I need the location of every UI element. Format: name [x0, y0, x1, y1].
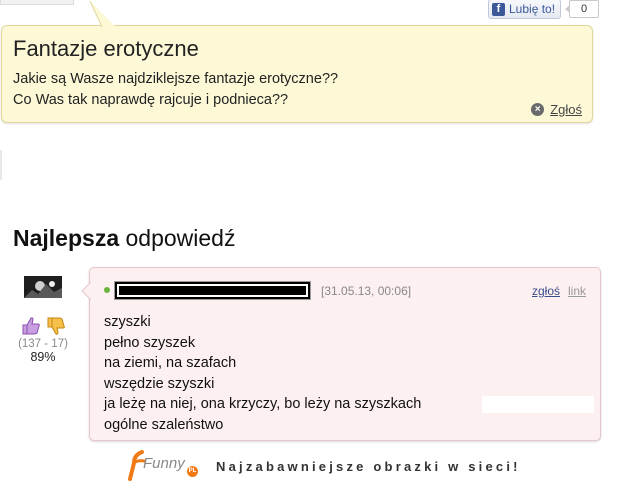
question-line: Co Was tak naprawdę rajcuje i podnieca?? — [13, 92, 289, 108]
tagline: Najzabawniejsze obrazki w sieci! — [216, 458, 521, 474]
answer-line: ja leżę na niej, ona krzyczy, bo leży na… — [104, 396, 422, 412]
facebook-icon: f — [492, 2, 505, 16]
logo-badge: PL — [187, 466, 198, 477]
blank-patch — [482, 396, 594, 413]
question-line: Jakie są Wasze najdziklejsze fantazje er… — [13, 71, 339, 87]
vote-percent: 89% — [30, 350, 56, 364]
close-icon: × — [531, 103, 545, 116]
answer-line: wszędzie szyszki — [104, 375, 215, 392]
speech-tail — [81, 281, 92, 305]
redacted-username — [114, 281, 311, 300]
question-body: Jakie są Wasze najdziklejsze fantazje er… — [13, 69, 338, 111]
funny-logo: Funny PL — [126, 449, 198, 483]
question-box: Fantazje erotyczne Jakie są Wasze najdzi… — [1, 1, 593, 123]
report-question-button[interactable]: × Zgłoś — [531, 102, 582, 117]
answer-line: na ziemi, na szafach — [104, 355, 237, 371]
thumbs-up-icon[interactable] — [21, 316, 41, 338]
heading-bold: Najlepsza — [13, 225, 120, 251]
thumbs-down-icon[interactable] — [46, 316, 66, 338]
answer-timestamp: [31.05.13, 00:06] — [321, 284, 412, 298]
report-label: Zgłoś — [550, 102, 582, 117]
user-avatar[interactable] — [24, 276, 62, 298]
best-answer-heading: Najlepsza odpowiedź — [13, 225, 235, 252]
like-button[interactable]: f Lubię to! — [488, 0, 562, 19]
top-avatar-stub — [0, 0, 74, 5]
logo-text: Funny — [143, 455, 185, 472]
answer-body: szyszki pełno szyszek na ziemi, na szafa… — [104, 312, 421, 435]
heading-rest: odpowiedź — [119, 225, 236, 251]
like-widget: f Lubię to! 0 — [488, 0, 600, 19]
question-title: Fantazje erotyczne — [13, 36, 199, 61]
footer: Funny PL Najzabawniejsze obrazki w sieci… — [126, 449, 521, 483]
divider — [0, 150, 2, 180]
answer-line: szyszki — [104, 314, 151, 330]
like-count: 0 — [565, 0, 600, 18]
answer-line: pełno szyszek — [104, 334, 196, 351]
report-answer-link[interactable]: zgłoś — [532, 284, 560, 298]
answer-box: [31.05.13, 00:06] zgłoś link szyszki peł… — [81, 267, 601, 441]
permalink[interactable]: link — [568, 284, 586, 298]
answer-line: ogólne szaleństwo — [104, 416, 224, 433]
like-label: Lubię to! — [509, 2, 556, 16]
vote-panel: (137 - 17) 89% — [18, 316, 68, 364]
vote-range: (137 - 17) — [18, 338, 68, 350]
online-status-dot — [104, 287, 110, 293]
